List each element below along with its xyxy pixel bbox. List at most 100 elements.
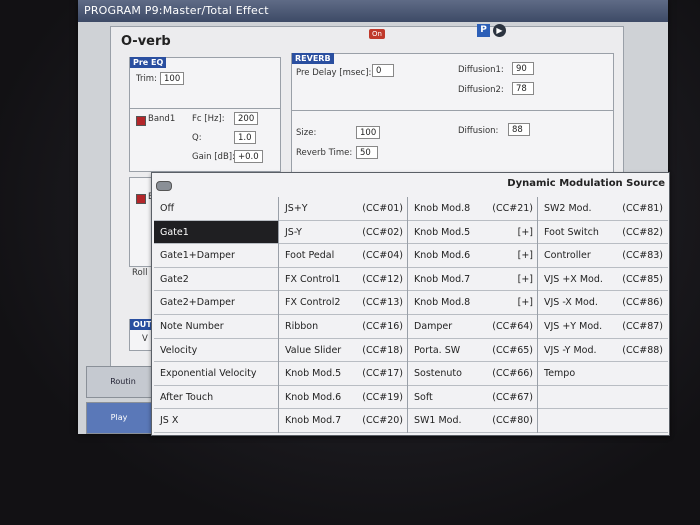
source-item-name: Knob Mod.5	[414, 226, 471, 238]
source-item[interactable]: SW1 Mod. (CC#80)	[408, 409, 538, 433]
source-item-cc: (CC#67)	[492, 391, 533, 403]
tab-play[interactable]: Play	[86, 402, 152, 434]
source-item[interactable]: Knob Mod.8 (CC#21)	[408, 197, 538, 221]
source-item-name: FX Control1	[285, 273, 341, 285]
source-item[interactable]: Ribbon (CC#16)	[279, 315, 408, 339]
source-item-name: Porta. SW	[414, 344, 461, 356]
effect-on-switch[interactable]: On	[369, 29, 385, 39]
predelay-value[interactable]: 0	[372, 64, 394, 77]
source-item[interactable]: Gate1+Damper	[154, 244, 278, 268]
q-label: Q:	[192, 133, 202, 143]
source-column: JS+Y (CC#01) JS-Y (CC#02) Foot Pedal (CC#04) F…	[278, 197, 408, 433]
reverb-time-value[interactable]: 50	[356, 146, 378, 159]
source-item[interactable]: SW2 Mod. (CC#81)	[538, 197, 668, 221]
trim-value[interactable]: 100	[160, 72, 185, 85]
source-item[interactable]: JS+Y (CC#01)	[279, 197, 408, 221]
source-item[interactable]: Off	[154, 197, 278, 221]
dynamic-modulation-source-popup: Dynamic Modulation Source Off Gate1 Gate1+…	[151, 172, 670, 436]
roll-label: Roll	[132, 268, 148, 278]
source-item[interactable]: Soft (CC#67)	[408, 386, 538, 410]
source-item[interactable]: Knob Mod.5 [+]	[408, 221, 538, 245]
source-item[interactable]: Porta. SW (CC#65)	[408, 339, 538, 363]
source-item[interactable]: Foot Switch (CC#82)	[538, 221, 668, 245]
e-checkbox[interactable]	[136, 194, 146, 204]
source-item[interactable]: Knob Mod.8 [+]	[408, 291, 538, 315]
source-item[interactable]: VJS -Y Mod. (CC#88)	[538, 339, 668, 363]
diffusion-value[interactable]: 88	[508, 123, 530, 136]
diffusion1-value[interactable]: 90	[512, 62, 534, 75]
source-item[interactable]: Controller (CC#83)	[538, 244, 668, 268]
source-item[interactable]: VJS +X Mod. (CC#85)	[538, 268, 668, 292]
source-item-name: JS-Y	[285, 226, 302, 238]
source-item-cc: [+]	[517, 226, 533, 238]
source-item[interactable]: After Touch	[154, 386, 278, 410]
source-item[interactable]: Knob Mod.6 [+]	[408, 244, 538, 268]
q-value[interactable]: 1.0	[234, 131, 256, 144]
source-item-cc: (CC#87)	[622, 321, 663, 332]
source-item-cc: (CC#85)	[622, 273, 663, 285]
source-item-name: Velocity	[160, 344, 198, 356]
arrow-icon[interactable]: ▶	[493, 24, 506, 37]
gain-label: Gain [dB]:	[192, 152, 235, 162]
source-item-name: Soft	[414, 391, 433, 403]
source-item-cc: (CC#04)	[362, 250, 403, 262]
source-item-cc: (CC#19)	[362, 391, 403, 403]
source-item-cc: [+]	[517, 250, 533, 262]
source-item[interactable]: Gate2+Damper	[154, 291, 278, 315]
source-item-cc: (CC#81)	[622, 203, 663, 214]
source-item[interactable]: Knob Mod.6 (CC#19)	[279, 386, 408, 410]
source-item-cc: (CC#16)	[362, 321, 403, 332]
tab-routing[interactable]: Routin	[86, 366, 160, 398]
source-item-cc: (CC#17)	[362, 368, 403, 380]
source-item[interactable]: Knob Mod.5 (CC#17)	[279, 362, 408, 386]
source-item[interactable]: Foot Pedal (CC#04)	[279, 244, 408, 268]
source-item[interactable]: Knob Mod.7 (CC#20)	[279, 409, 408, 433]
preset-button[interactable]: P	[477, 24, 490, 37]
source-item[interactable]: JS-Y (CC#02)	[279, 221, 408, 245]
source-item[interactable]: FX Control1 (CC#12)	[279, 268, 408, 292]
source-item-cc: [+]	[517, 297, 533, 309]
source-item[interactable]: Gate2	[154, 268, 278, 292]
source-item[interactable]: Gate1	[154, 220, 278, 245]
source-item-cc: (CC#66)	[492, 368, 533, 380]
reverb-label: REVERB	[292, 53, 334, 64]
source-item[interactable]: FX Control2 (CC#13)	[279, 291, 408, 315]
source-item-cc: (CC#20)	[362, 415, 403, 427]
source-item[interactable]: Value Slider (CC#18)	[279, 339, 408, 363]
source-item[interactable]: Tempo	[538, 362, 668, 386]
source-item[interactable]: Note Number	[154, 315, 278, 339]
gain-value[interactable]: +0.0	[234, 150, 263, 163]
source-item[interactable]: JS X	[154, 409, 278, 433]
source-item[interactable]: VJS -X Mod. (CC#86)	[538, 291, 668, 315]
source-item-cc: (CC#21)	[492, 203, 533, 214]
fc-value[interactable]: 200	[234, 112, 259, 125]
source-item-name: Note Number	[160, 321, 224, 332]
source-item[interactable]: Knob Mod.7 [+]	[408, 268, 538, 292]
source-item-name: Ribbon	[285, 321, 319, 332]
source-item[interactable]: Velocity	[154, 339, 278, 363]
source-item[interactable]: Exponential Velocity	[154, 362, 278, 386]
source-item[interactable]: Damper (CC#64)	[408, 315, 538, 339]
source-grid: Off Gate1 Gate1+Damper Gate2 Gate2+Damper Not…	[154, 197, 668, 433]
source-item-name: Knob Mod.7	[414, 273, 471, 285]
source-item-name: Knob Mod.5	[285, 368, 342, 380]
source-item-name: Value Slider	[285, 344, 342, 356]
popup-header: Dynamic Modulation Source	[152, 173, 669, 195]
pre-eq-label: Pre EQ	[130, 57, 167, 68]
source-column: SW2 Mod. (CC#81) Foot Switch (CC#82) Control…	[537, 197, 668, 433]
popup-toggle-icon[interactable]	[156, 181, 172, 191]
reverb-time-label: Reverb Time:	[296, 148, 353, 158]
source-item	[538, 386, 668, 410]
source-item-cc: (CC#12)	[362, 273, 403, 285]
size-value[interactable]: 100	[356, 126, 381, 139]
source-item-name: Gate2+Damper	[160, 297, 235, 309]
source-item[interactable]: VJS +Y Mod. (CC#87)	[538, 315, 668, 339]
source-item-cc: (CC#82)	[622, 226, 663, 238]
source-item[interactable]: Sostenuto (CC#66)	[408, 362, 538, 386]
diffusion1-label: Diffusion1:	[458, 65, 504, 75]
band1-checkbox[interactable]	[136, 116, 146, 126]
v-label: V	[142, 334, 148, 344]
band1-section: Band1 Fc [Hz]: 200 Q: 1.0 Gain [dB]: +0.…	[129, 108, 281, 172]
source-item-name: Damper	[414, 321, 453, 332]
diffusion2-value[interactable]: 78	[512, 82, 534, 95]
